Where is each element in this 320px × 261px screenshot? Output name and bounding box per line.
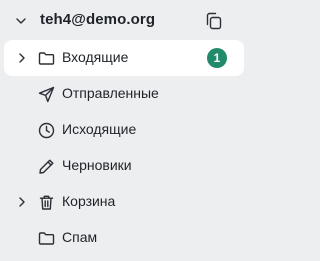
account-email: teh4@demo.org bbox=[40, 11, 156, 28]
send-icon bbox=[38, 86, 55, 103]
folder-label: Входящие bbox=[62, 49, 129, 65]
folder-item-spam[interactable]: Спам bbox=[0, 220, 252, 256]
folder-label: Корзина bbox=[62, 193, 116, 209]
folder-item-outbox[interactable]: Исходящие bbox=[0, 112, 252, 148]
trash-icon bbox=[39, 195, 54, 210]
clock-icon bbox=[38, 122, 55, 139]
folder-icon bbox=[38, 52, 55, 65]
folder-item-drafts[interactable]: Черновики bbox=[0, 148, 252, 184]
account-header[interactable]: teh4@demo.org bbox=[0, 0, 252, 40]
chevron-down-icon[interactable] bbox=[14, 14, 28, 28]
copy-icon[interactable] bbox=[203, 10, 225, 32]
folder-list: Входящие 1 Отправленные Исходящие Чернов… bbox=[0, 40, 252, 256]
pencil-icon bbox=[39, 159, 54, 174]
chevron-right-icon[interactable] bbox=[16, 196, 28, 208]
folder-item-inbox[interactable]: Входящие 1 bbox=[4, 40, 244, 76]
folder-item-trash[interactable]: Корзина bbox=[0, 184, 252, 220]
folder-label: Черновики bbox=[62, 157, 132, 173]
folder-item-sent[interactable]: Отправленные bbox=[0, 76, 252, 112]
chevron-right-icon[interactable] bbox=[16, 52, 28, 64]
folder-icon bbox=[38, 232, 55, 245]
unread-badge: 1 bbox=[207, 48, 227, 68]
folder-label: Спам bbox=[62, 229, 98, 245]
folder-label: Исходящие bbox=[62, 121, 137, 137]
folder-label: Отправленные bbox=[62, 85, 159, 101]
